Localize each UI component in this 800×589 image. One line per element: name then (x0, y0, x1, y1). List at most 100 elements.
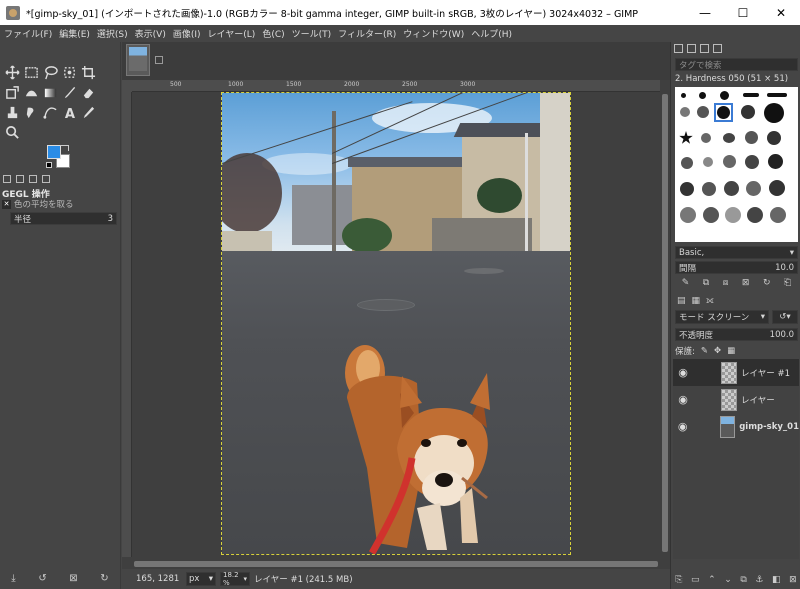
vertical-scroll-thumb[interactable] (662, 94, 668, 552)
layer-name[interactable]: レイヤー #1 (741, 367, 790, 379)
brush[interactable] (746, 181, 761, 196)
foreground-color-swatch[interactable] (47, 145, 61, 159)
layer-row[interactable]: ◉ レイヤー #1 (673, 359, 799, 386)
spacing-spinner[interactable]: 間隔 10.0 (675, 261, 798, 274)
default-colors-icon[interactable] (46, 162, 52, 168)
history-tab-icon[interactable] (713, 44, 722, 53)
color-selector[interactable] (46, 145, 74, 171)
radius-spinner[interactable]: 半径 3 (10, 212, 117, 225)
brush[interactable] (724, 181, 739, 196)
horizontal-scrollbar[interactable] (132, 559, 660, 569)
brushes-tab-icon[interactable] (674, 44, 683, 53)
brush[interactable] (697, 106, 709, 118)
path-tool-icon[interactable] (41, 102, 60, 122)
brush[interactable] (747, 207, 763, 223)
layer-row[interactable]: ◉ gimp-sky_01 (673, 413, 799, 440)
lock-position-icon[interactable]: ✥ (714, 346, 721, 356)
crop-tool-icon[interactable] (79, 62, 98, 82)
visibility-eye-icon[interactable]: ◉ (673, 420, 692, 433)
minimize-button[interactable]: — (686, 0, 724, 25)
unified-transform-tool-icon[interactable] (3, 82, 22, 102)
channels-tab-icon[interactable]: ▦ (692, 296, 701, 306)
visibility-eye-icon[interactable]: ◉ (673, 366, 693, 379)
brush-preset-select[interactable]: Basic, ▾ (675, 246, 798, 259)
mode-reset-button[interactable]: ↺▾ (772, 310, 798, 324)
undo-history-tab-icon[interactable] (29, 175, 37, 183)
restore-options-icon[interactable]: ↺ (38, 573, 46, 584)
duplicate-layer-icon[interactable]: ⧉ (740, 575, 746, 585)
vertical-scrollbar[interactable] (660, 92, 670, 557)
menu-file[interactable]: ファイル(F) (4, 27, 52, 40)
raise-layer-icon[interactable]: ⌃ (708, 575, 716, 585)
brush[interactable] (723, 155, 736, 168)
new-brush-icon[interactable]: ⧉ (703, 278, 709, 288)
close-operation-icon[interactable]: ✕ (2, 199, 11, 209)
device-status-tab-icon[interactable] (16, 175, 24, 183)
delete-options-icon[interactable]: ⊠ (69, 573, 77, 584)
horizontal-scroll-thumb[interactable] (134, 561, 658, 567)
swap-colors-icon[interactable] (60, 145, 69, 151)
image-tab[interactable] (126, 44, 150, 76)
brush[interactable] (680, 207, 696, 223)
delete-brush-icon[interactable]: ⊠ (742, 278, 750, 288)
brush[interactable] (699, 92, 706, 99)
mask-layer-icon[interactable]: ◧ (772, 575, 781, 585)
brush[interactable] (745, 155, 759, 169)
brush[interactable] (702, 182, 716, 196)
brush[interactable] (767, 93, 787, 97)
brush[interactable] (764, 103, 784, 123)
brush[interactable] (723, 133, 735, 143)
rect-select-tool-icon[interactable] (22, 62, 41, 82)
menu-windows[interactable]: ウィンドウ(W) (403, 27, 464, 40)
image-canvas[interactable] (221, 92, 571, 555)
lower-layer-icon[interactable]: ⌄ (724, 575, 732, 585)
images-tab-icon[interactable] (42, 175, 50, 183)
text-tool-icon[interactable]: A (60, 102, 79, 122)
visibility-eye-icon[interactable]: ◉ (673, 393, 693, 406)
menu-select[interactable]: 選択(S) (97, 27, 128, 40)
radius-value[interactable]: 3 (108, 214, 113, 224)
gradient-tool-icon[interactable] (41, 82, 60, 102)
smudge-tool-icon[interactable] (22, 102, 41, 122)
eraser-tool-icon[interactable] (79, 82, 98, 102)
tool-options-tab-icon[interactable] (3, 175, 11, 183)
brush[interactable] (725, 207, 741, 223)
brush[interactable] (767, 131, 781, 145)
brush[interactable] (745, 131, 758, 144)
warp-transform-tool-icon[interactable] (22, 82, 41, 102)
horizontal-ruler[interactable]: 500 1000 1500 2000 2500 3000 (132, 80, 660, 92)
menu-colors[interactable]: 色(C) (262, 27, 284, 40)
duplicate-brush-icon[interactable]: ⧈ (723, 278, 729, 288)
vertical-ruler[interactable] (122, 92, 132, 557)
brush[interactable] (703, 157, 713, 167)
fonts-tab-icon[interactable] (700, 44, 709, 53)
brush[interactable] (741, 105, 755, 119)
close-button[interactable]: ✕ (762, 0, 800, 25)
open-brush-icon[interactable]: ⎗ (784, 278, 791, 288)
color-picker-tool-icon[interactable] (79, 102, 98, 122)
layer-mode-select[interactable]: モード スクリーン ▾ (675, 310, 769, 324)
free-select-tool-icon[interactable] (41, 62, 60, 82)
paintbrush-tool-icon[interactable] (60, 82, 79, 102)
fuzzy-select-tool-icon[interactable] (60, 62, 79, 82)
anchor-layer-icon[interactable]: ⚓ (755, 575, 763, 585)
layers-tab-icon[interactable]: ▤ (677, 296, 686, 306)
new-layer-icon[interactable]: ⎘ (675, 575, 682, 585)
brush[interactable] (743, 93, 759, 97)
save-options-icon[interactable]: ⤓ (11, 573, 15, 584)
lock-pixels-icon[interactable]: ✎ (701, 346, 708, 356)
move-tool-icon[interactable] (3, 62, 22, 82)
patterns-tab-icon[interactable] (687, 44, 696, 53)
brush[interactable] (680, 107, 690, 117)
reset-options-icon[interactable]: ↻ (100, 573, 108, 584)
layer-name[interactable]: gimp-sky_01 (739, 422, 799, 432)
maximize-button[interactable]: ☐ (724, 0, 762, 25)
layer-name[interactable]: レイヤー (741, 394, 775, 406)
zoom-tool-icon[interactable] (3, 122, 22, 142)
menu-filters[interactable]: フィルター(R) (338, 27, 396, 40)
brush[interactable] (679, 131, 693, 144)
brush[interactable] (680, 182, 694, 196)
brush[interactable] (703, 207, 719, 223)
opacity-spinner[interactable]: 不透明度 100.0 (675, 328, 798, 341)
delete-layer-icon[interactable]: ⊠ (789, 575, 797, 585)
